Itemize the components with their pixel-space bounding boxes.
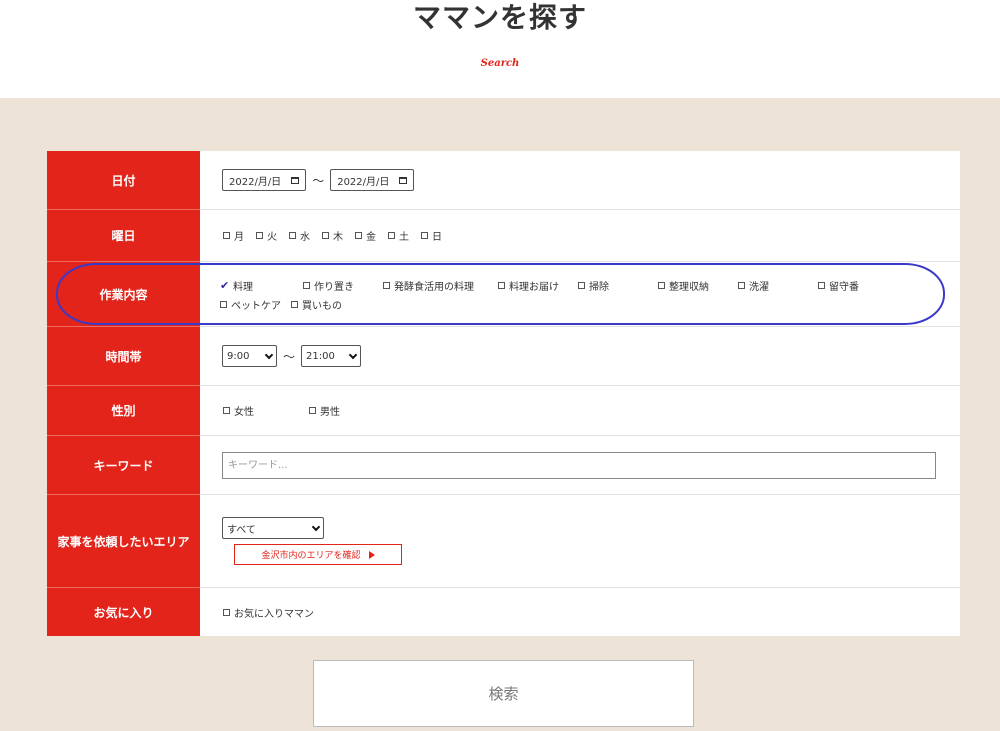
checkbox-work-delivery[interactable]: 料理お届け — [498, 278, 570, 293]
time-separator: 〜 — [283, 349, 296, 364]
checkbox-box[interactable] — [289, 232, 296, 239]
label-weekday: 曜日 — [47, 210, 200, 262]
checkbox-box[interactable] — [223, 232, 230, 239]
checkbox-weekday-tue[interactable]: 火 — [256, 228, 277, 243]
checkbox-gender-male[interactable]: 男性 — [309, 403, 340, 418]
checkbox-weekday-thu[interactable]: 木 — [322, 228, 343, 243]
work-options-line-2: ペットケア 買いもの — [220, 297, 354, 312]
checkmark-icon[interactable]: ✔ — [220, 279, 232, 292]
checkbox-box[interactable] — [303, 282, 310, 289]
date-start-value: 2022/月/日 — [229, 176, 282, 188]
checkbox-box[interactable] — [421, 232, 428, 239]
row-date: 日付 2022/月/日 〜 2022/月/日 — [47, 151, 960, 210]
checkbox-weekday-wed[interactable]: 水 — [289, 228, 310, 243]
page-subtitle: Search — [480, 58, 520, 69]
checkbox-weekday-mon[interactable]: 月 — [223, 228, 244, 243]
calendar-icon[interactable] — [291, 176, 300, 184]
checkbox-box[interactable] — [355, 232, 362, 239]
checkbox-box[interactable] — [738, 282, 745, 289]
checkbox-weekday-fri[interactable]: 金 — [355, 228, 376, 243]
checkbox-work-laundry[interactable]: 洗濯 — [738, 278, 810, 293]
label-area: 家事を依頼したいエリア — [47, 495, 200, 588]
checkbox-box[interactable] — [578, 282, 585, 289]
checkbox-box[interactable] — [223, 407, 230, 414]
checkbox-box[interactable] — [309, 407, 316, 414]
header: ママンを探す Search — [0, 0, 1000, 98]
checkbox-work-fermented[interactable]: 発酵食活用の料理 — [383, 278, 490, 293]
checkbox-work-house-sitting[interactable]: 留守番 — [818, 278, 859, 293]
checkbox-weekday-sat[interactable]: 土 — [388, 228, 409, 243]
checkbox-work-pet-care[interactable]: ペットケア — [220, 297, 281, 312]
date-end-input[interactable]: 2022/月/日 — [330, 169, 415, 191]
checkbox-work-meal-prep[interactable]: 作り置き — [303, 278, 375, 293]
row-gender: 性別 女性 男性 — [47, 386, 960, 436]
checkbox-box[interactable] — [291, 301, 298, 308]
checkbox-box[interactable] — [658, 282, 665, 289]
date-end-value: 2022/月/日 — [337, 176, 390, 188]
label-date: 日付 — [47, 151, 200, 210]
keyword-input[interactable] — [222, 451, 936, 479]
label-gender: 性別 — [47, 386, 200, 436]
calendar-icon[interactable] — [399, 176, 408, 184]
row-area: 家事を依頼したいエリア すべて 金沢市内のエリアを確認 — [47, 495, 960, 588]
row-time: 時間帯 9:00 〜 21:00 — [47, 327, 960, 386]
checkbox-work-cleaning[interactable]: 掃除 — [578, 278, 650, 293]
work-options-line-1: ✔ 料理 作り置き 発酵食活用の料理 料理お届け 掃除 整理収納 洗濯 留守番 — [220, 278, 859, 293]
page-title: ママンを探す — [412, 1, 587, 34]
checkbox-work-shopping[interactable]: 買いもの — [291, 297, 342, 312]
checkbox-box[interactable] — [818, 282, 825, 289]
row-work: 作業内容 ✔ 料理 作り置き 発酵食活用の料理 料理お届け 掃除 整理収納 洗濯 … — [47, 262, 960, 327]
checkbox-box[interactable] — [322, 232, 329, 239]
date-start-input[interactable]: 2022/月/日 — [222, 169, 307, 191]
triangle-right-icon — [368, 550, 375, 559]
view-area-button[interactable]: 金沢市内のエリアを確認 — [234, 544, 402, 565]
label-favorite: お気に入り — [47, 588, 200, 636]
checkbox-favorite[interactable]: お気に入りママン — [223, 605, 314, 620]
chevron-down-icon[interactable] — [348, 350, 358, 359]
checkbox-box[interactable] — [220, 301, 227, 308]
chevron-down-icon[interactable] — [264, 350, 274, 359]
time-end-select[interactable]: 21:00 — [301, 345, 362, 367]
label-work: 作業内容 — [47, 262, 200, 327]
area-select[interactable]: すべて — [222, 517, 324, 539]
checkbox-box[interactable] — [498, 282, 505, 289]
checkbox-box[interactable] — [223, 608, 230, 616]
chevron-down-icon[interactable] — [311, 522, 321, 531]
row-weekday: 曜日 月 火 水 木 金 土 日 — [47, 210, 960, 262]
checkbox-work-organizing[interactable]: 整理収納 — [658, 278, 730, 293]
checkbox-work-cooking[interactable]: ✔ 料理 — [220, 278, 295, 293]
checkbox-box[interactable] — [383, 282, 390, 289]
date-separator: 〜 — [312, 173, 325, 188]
label-keyword: キーワード — [47, 436, 200, 495]
time-start-select[interactable]: 9:00 — [222, 345, 277, 367]
checkbox-box[interactable] — [388, 232, 395, 239]
checkbox-weekday-sun[interactable]: 日 — [421, 228, 442, 243]
checkbox-gender-female[interactable]: 女性 — [223, 403, 297, 418]
row-favorite: お気に入り お気に入りママン — [47, 588, 960, 636]
search-button[interactable]: 検索 — [313, 660, 694, 727]
row-keyword: キーワード — [47, 436, 960, 495]
checkbox-box[interactable] — [256, 232, 263, 239]
label-time: 時間帯 — [47, 327, 200, 386]
